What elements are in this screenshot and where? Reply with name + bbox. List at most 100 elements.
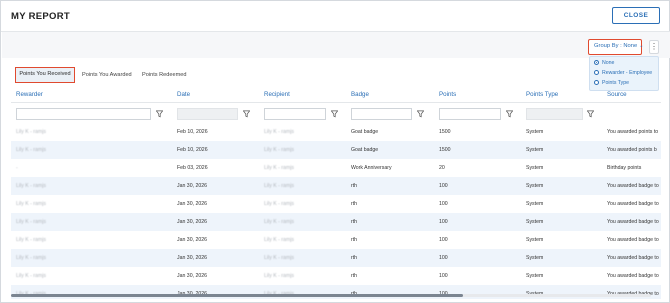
option-label: Rewarder - Employee: [602, 70, 653, 76]
filter-icon[interactable]: [156, 110, 163, 118]
cell-source: You awarded badge to: [607, 255, 659, 261]
filter-icon[interactable]: [331, 110, 338, 118]
cell-date: Jan 30, 2026: [177, 273, 207, 279]
filter-input-points[interactable]: [439, 108, 501, 120]
radio-icon: [594, 80, 599, 85]
cell-points: 100: [439, 255, 448, 261]
filter-icon[interactable]: [417, 110, 424, 118]
cell-recipient: Lily K - ramjs: [264, 219, 294, 225]
group-by-option-points-type[interactable]: Points Type: [594, 80, 629, 87]
cell-source: You awarded points to: [607, 129, 659, 135]
cell-rewarder: Lily K - ramjs: [16, 237, 46, 243]
cell-recipient: Lily K - ramjs: [264, 255, 294, 261]
report-table: Rewarder Date Recipient Badge Points Poi…: [11, 87, 661, 299]
cell-badge: rth: [351, 201, 358, 207]
cell-source: You awarded badge to: [607, 237, 659, 243]
tab-points-redeemed[interactable]: Points Redeemed: [142, 67, 186, 83]
cell-points: 20: [439, 165, 445, 171]
column-header-date[interactable]: Date: [177, 91, 190, 98]
cell-points-type: System: [526, 273, 544, 279]
horizontal-scrollbar[interactable]: [11, 294, 651, 297]
table-row[interactable]: Lily K - ramjs Jan 30, 2026 Lily K - ram…: [11, 249, 661, 267]
cell-points: 100: [439, 183, 448, 189]
cell-points-type: System: [526, 219, 544, 225]
cell-rewarder: Lily K - ramjs: [16, 273, 46, 279]
table-row[interactable]: Lily K - ramjs Jan 30, 2026 Lily K - ram…: [11, 213, 661, 231]
cell-badge: Goat badge: [351, 129, 379, 135]
filter-input-points-type[interactable]: [526, 108, 583, 120]
scrollbar-thumb[interactable]: [11, 294, 463, 297]
page-title: MY REPORT: [11, 11, 71, 22]
group-by-button[interactable]: Group By : None ⌄: [588, 39, 643, 55]
filter-input-recipient[interactable]: [264, 108, 326, 120]
cell-rewarder: Lily K - ramjs: [16, 183, 46, 189]
cell-badge: rth: [351, 183, 358, 189]
cell-points: 100: [439, 273, 448, 279]
group-by-label: Group By : None: [594, 43, 638, 49]
column-header-rewarder[interactable]: Rewarder: [16, 91, 43, 98]
radio-selected-icon: [594, 60, 599, 65]
column-header-badge[interactable]: Badge: [351, 91, 369, 98]
cell-points-type: System: [526, 237, 544, 243]
cell-source: You awarded badge to: [607, 201, 659, 207]
kebab-icon[interactable]: ⋮: [649, 40, 659, 54]
filter-input-rewarder[interactable]: [16, 108, 151, 120]
cell-source: You awarded badge to: [607, 219, 659, 225]
column-header-points-type[interactable]: Points Type: [526, 91, 558, 98]
cell-rewarder: Lily K - ramjs: [16, 219, 46, 225]
tab-points-you-received[interactable]: Points You Received: [15, 67, 75, 83]
filter-input-date[interactable]: [177, 108, 238, 120]
table-row[interactable]: - Feb 03, 2026 Lily K - ramjs Work Anniv…: [11, 159, 661, 177]
group-by-option-rewarder-employee[interactable]: Rewarder - Employee: [594, 70, 652, 77]
cell-points: 1500: [439, 147, 451, 153]
cell-points-type: System: [526, 183, 544, 189]
column-header-source[interactable]: Source: [607, 91, 627, 98]
filter-input-badge[interactable]: [351, 108, 412, 120]
cell-recipient: Lily K - ramjs: [264, 165, 294, 171]
cell-badge: rth: [351, 237, 358, 243]
cell-recipient: Lily K - ramjs: [264, 183, 294, 189]
table-row[interactable]: Lily K - ramjs Jan 30, 2026 Lily K - ram…: [11, 195, 661, 213]
cell-date: Feb 10, 2026: [177, 147, 208, 153]
cell-source: You awarded badge to: [607, 183, 659, 189]
radio-icon: [594, 70, 599, 75]
cell-points-type: System: [526, 255, 544, 261]
cell-badge: Work Anniversary: [351, 165, 392, 171]
tab-points-you-awarded[interactable]: Points You Awarded: [82, 67, 132, 83]
filter-icon[interactable]: [506, 110, 513, 118]
cell-points-type: System: [526, 201, 544, 207]
table-row[interactable]: Lily K - ramjs Jan 30, 2026 Lily K - ram…: [11, 267, 661, 285]
cell-points-type: System: [526, 129, 544, 135]
table-row[interactable]: Lily K - ramjs Jan 30, 2026 Lily K - ram…: [11, 231, 661, 249]
cell-source: Birthday points: [607, 165, 642, 171]
cell-date: Feb 10, 2026: [177, 129, 208, 135]
cell-source: You awarded badge to: [607, 273, 659, 279]
cell-source: You awarded points b: [607, 147, 657, 153]
cell-date: Jan 30, 2026: [177, 219, 207, 225]
cell-badge: rth: [351, 273, 358, 279]
filter-icon[interactable]: [243, 110, 250, 118]
table-row[interactable]: Lily K - ramjs Jan 30, 2026 Lily K - ram…: [11, 177, 661, 195]
group-by-option-none[interactable]: None: [594, 60, 614, 67]
cell-points-type: System: [526, 165, 544, 171]
option-label: None: [602, 60, 615, 66]
cell-recipient: Lily K - ramjs: [264, 273, 294, 279]
table-row[interactable]: Lily K - ramjs Feb 10, 2026 Lily K - ram…: [11, 141, 661, 159]
cell-badge: rth: [351, 255, 358, 261]
cell-badge: Goat badge: [351, 147, 379, 153]
option-label: Points Type: [602, 80, 630, 86]
column-header-points[interactable]: Points: [439, 91, 456, 98]
cell-rewarder: Lily K - ramjs: [16, 255, 46, 261]
cell-date: Jan 30, 2026: [177, 183, 207, 189]
cell-date: Jan 30, 2026: [177, 255, 207, 261]
cell-rewarder: -: [16, 165, 18, 171]
cell-points: 100: [439, 201, 448, 207]
table-row[interactable]: Lily K - ramjs Feb 10, 2026 Lily K - ram…: [11, 123, 661, 141]
column-header-recipient[interactable]: Recipient: [264, 91, 290, 98]
cell-badge: rth: [351, 219, 358, 225]
cell-date: Jan 30, 2026: [177, 237, 207, 243]
filter-icon[interactable]: [587, 110, 594, 118]
group-by-dropdown: None Rewarder - Employee Points Type: [589, 56, 659, 91]
close-button[interactable]: CLOSE: [612, 7, 660, 24]
cell-rewarder: Lily K - ramjs: [16, 147, 46, 153]
